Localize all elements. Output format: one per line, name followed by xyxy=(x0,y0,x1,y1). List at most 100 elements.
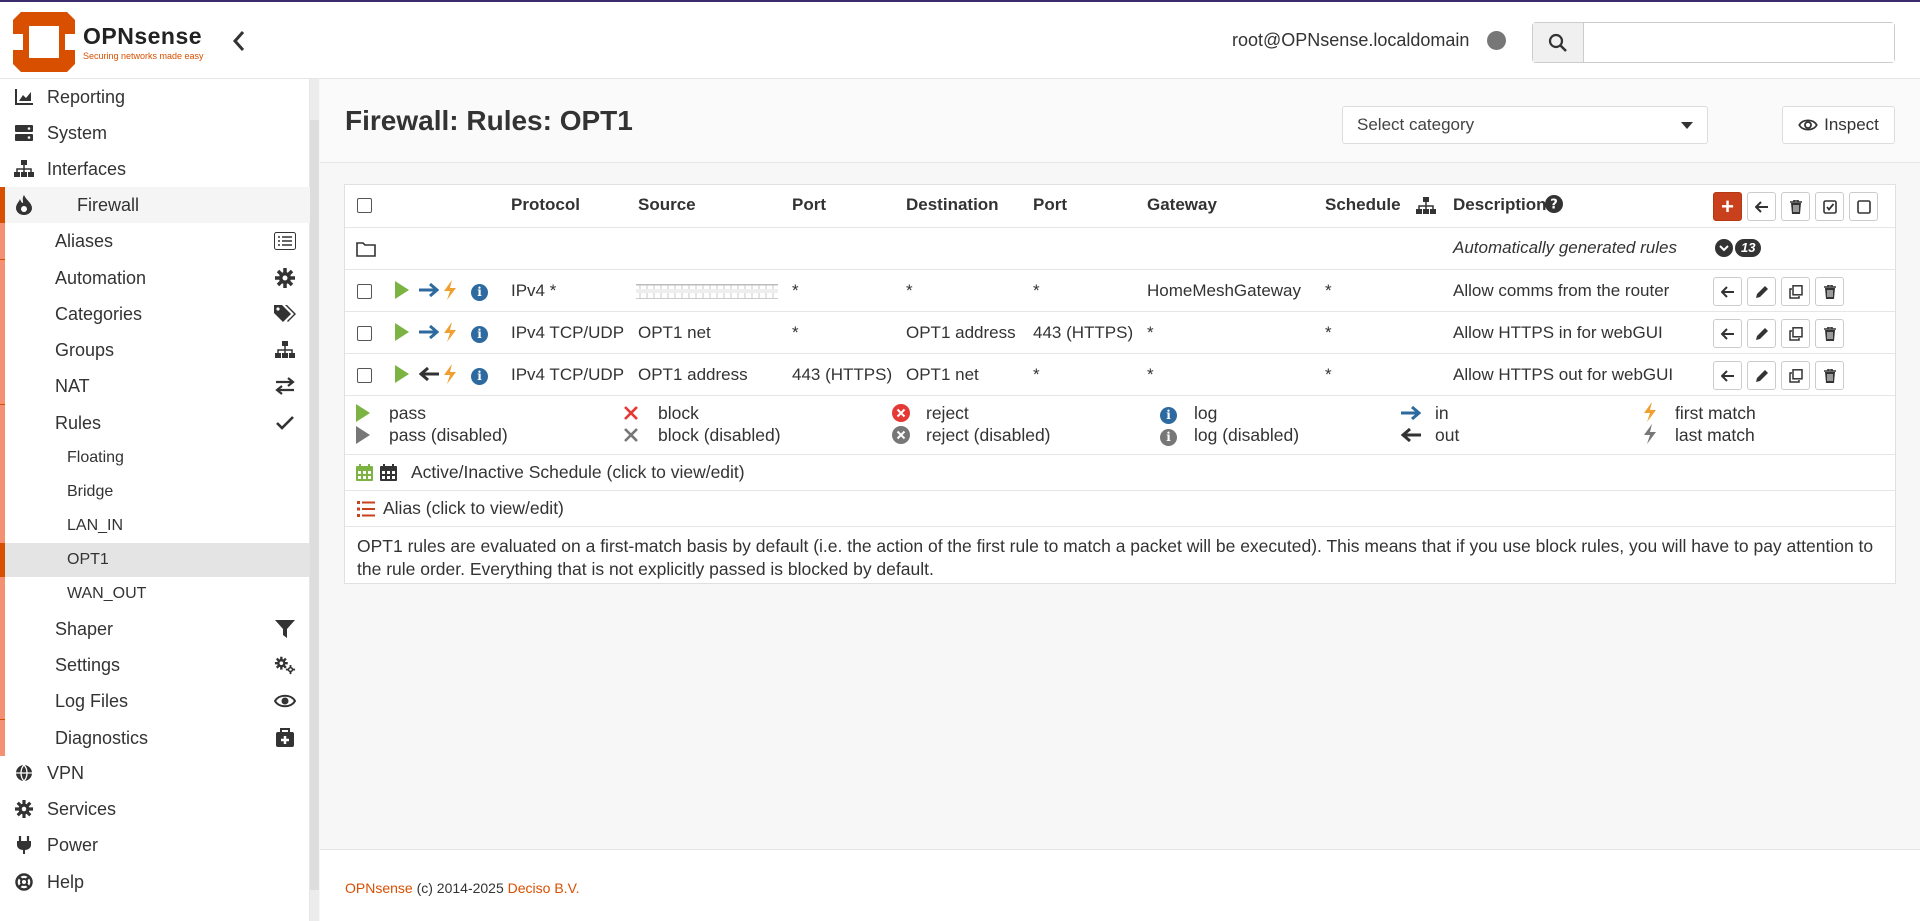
sidebar-item-services[interactable]: Services xyxy=(0,791,310,827)
sidebar-item-diagnostics[interactable]: Diagnostics xyxy=(0,720,310,756)
col-gateway[interactable]: Gateway xyxy=(1147,195,1217,215)
table-row[interactable]: i IPv4 TCP/UDP OPT1 net * OPT1 address 4… xyxy=(345,312,1895,354)
check-square-icon xyxy=(1822,199,1837,214)
play-pass-icon[interactable] xyxy=(395,281,409,299)
auto-rules-row[interactable]: Automatically generated rules 13 xyxy=(345,228,1895,270)
footer-product-link[interactable]: OPNsense xyxy=(345,880,413,896)
sidebar-item-help[interactable]: Help xyxy=(0,864,310,900)
clone-button[interactable] xyxy=(1781,277,1810,306)
sidebar-item-categories[interactable]: Categories xyxy=(0,296,310,332)
disable-selected-button[interactable] xyxy=(1849,192,1878,221)
sidebar-item-vpn[interactable]: VPN xyxy=(0,755,310,791)
delete-button[interactable] xyxy=(1815,319,1844,348)
log-icon[interactable]: i xyxy=(471,281,488,301)
row-checkbox[interactable] xyxy=(357,368,372,383)
col-description[interactable]: Description xyxy=(1453,195,1547,215)
edit-button[interactable] xyxy=(1747,319,1776,348)
sidebar-item-rules[interactable]: Rules xyxy=(0,405,310,441)
block-icon xyxy=(624,406,638,420)
system-status-icon[interactable] xyxy=(1487,31,1506,50)
sidebar-item-log-files[interactable]: Log Files xyxy=(0,683,310,719)
col-destination[interactable]: Destination xyxy=(906,195,999,215)
table-header: Protocol Source Port Destination Port Ga… xyxy=(345,185,1895,228)
col-schedule[interactable]: Schedule xyxy=(1325,195,1401,215)
alias-legend-row: Alias (click to view/edit) xyxy=(345,491,1895,527)
move-before-button[interactable] xyxy=(1713,277,1742,306)
sidebar-item-groups[interactable]: Groups xyxy=(0,332,310,368)
trash-icon xyxy=(1789,199,1802,214)
log-icon[interactable]: i xyxy=(471,365,488,385)
sidebar-item-nat[interactable]: NAT xyxy=(0,368,310,404)
row-schedule: * xyxy=(1325,281,1332,300)
footer-company-link[interactable]: Deciso B.V. xyxy=(508,880,580,896)
main-content: Firewall: Rules: OPT1 Select category In… xyxy=(320,79,1920,921)
user-menu[interactable]: root@OPNsense.localdomain xyxy=(1232,30,1469,51)
delete-button[interactable] xyxy=(1815,361,1844,390)
sidebar-item-label: WAN_OUT xyxy=(67,585,147,602)
move-selected-button[interactable] xyxy=(1747,192,1776,221)
play-pass-icon[interactable] xyxy=(395,323,409,341)
edit-button[interactable] xyxy=(1747,361,1776,390)
sidebar-item-opt1[interactable]: OPT1 xyxy=(0,543,310,577)
folder-icon[interactable] xyxy=(356,241,376,257)
row-checkbox[interactable] xyxy=(357,326,372,341)
table-row[interactable]: i IPv4 * * * * HomeMeshGateway * Allow c… xyxy=(345,270,1895,312)
auto-rules-toggle[interactable]: 13 xyxy=(1715,239,1762,257)
row-dest-port: 443 (HTTPS) xyxy=(1033,323,1134,342)
schedule-legend-row: Active/Inactive Schedule (click to view/… xyxy=(345,455,1895,491)
sidebar-item-automation[interactable]: Automation xyxy=(0,260,310,296)
sidebar-item-shaper[interactable]: Shaper xyxy=(0,611,310,647)
enable-selected-button[interactable] xyxy=(1815,192,1844,221)
sidebar-collapse-button[interactable] xyxy=(232,28,252,58)
sidebar-scrollbar-thumb[interactable] xyxy=(310,120,319,890)
help-icon[interactable]: ? xyxy=(1545,195,1563,213)
sidebar-item-firewall[interactable]: Firewall xyxy=(0,187,310,223)
sitemap-icon[interactable] xyxy=(1416,197,1436,215)
inspect-label: Inspect xyxy=(1824,115,1879,134)
sidebar-item-label: LAN_IN xyxy=(67,517,124,534)
sidebar-item-lan-in[interactable]: LAN_IN xyxy=(0,509,310,543)
arrow-left-icon xyxy=(1720,327,1734,340)
row-checkbox[interactable] xyxy=(357,284,372,299)
chart-icon xyxy=(14,87,34,107)
legend-in: in xyxy=(1435,403,1449,423)
play-pass-icon[interactable] xyxy=(395,365,409,383)
chevron-circle-down-icon xyxy=(1715,239,1733,257)
col-source-port[interactable]: Port xyxy=(792,195,826,215)
add-rule-button[interactable]: + xyxy=(1713,192,1742,221)
sidebar-item-floating[interactable]: Floating xyxy=(0,441,310,475)
row-description: Allow HTTPS in for webGUI xyxy=(1453,323,1663,342)
edit-button[interactable] xyxy=(1747,277,1776,306)
sidebar-item-reporting[interactable]: Reporting xyxy=(0,79,310,115)
col-protocol[interactable]: Protocol xyxy=(511,195,580,215)
search-box xyxy=(1532,22,1895,63)
sidebar-item-system[interactable]: System xyxy=(0,115,310,151)
delete-button[interactable] xyxy=(1815,277,1844,306)
alias-list-icon xyxy=(357,501,375,517)
sidebar-item-interfaces[interactable]: Interfaces xyxy=(0,151,310,187)
inspect-button[interactable]: Inspect xyxy=(1782,106,1895,144)
sidebar-item-wan-out[interactable]: WAN_OUT xyxy=(0,577,310,611)
select-all-checkbox[interactable] xyxy=(357,198,372,213)
log-disabled-icon: i xyxy=(1160,426,1177,446)
sidebar-item-label: Help xyxy=(47,871,85,892)
clone-button[interactable] xyxy=(1781,319,1810,348)
clone-button[interactable] xyxy=(1781,361,1810,390)
sidebar-item-bridge[interactable]: Bridge xyxy=(0,475,310,509)
category-select[interactable]: Select category xyxy=(1342,106,1708,144)
move-before-button[interactable] xyxy=(1713,319,1742,348)
search-button[interactable] xyxy=(1533,23,1584,62)
delete-selected-button[interactable] xyxy=(1781,192,1810,221)
col-source[interactable]: Source xyxy=(638,195,696,215)
search-input[interactable] xyxy=(1584,23,1894,62)
sidebar-item-settings[interactable]: Settings xyxy=(0,647,310,683)
sidebar-item-label: Firewall xyxy=(77,194,140,215)
opnsense-logo[interactable]: OPNsense Securing networks made easy xyxy=(13,12,204,72)
row-destination: * xyxy=(906,281,913,300)
col-dest-port[interactable]: Port xyxy=(1033,195,1067,215)
move-before-button[interactable] xyxy=(1713,361,1742,390)
sidebar-item-aliases[interactable]: Aliases xyxy=(0,223,310,259)
log-icon[interactable]: i xyxy=(471,323,488,343)
table-row[interactable]: i IPv4 TCP/UDP OPT1 address 443 (HTTPS) … xyxy=(345,354,1895,396)
sidebar-item-power[interactable]: Power xyxy=(0,827,310,863)
